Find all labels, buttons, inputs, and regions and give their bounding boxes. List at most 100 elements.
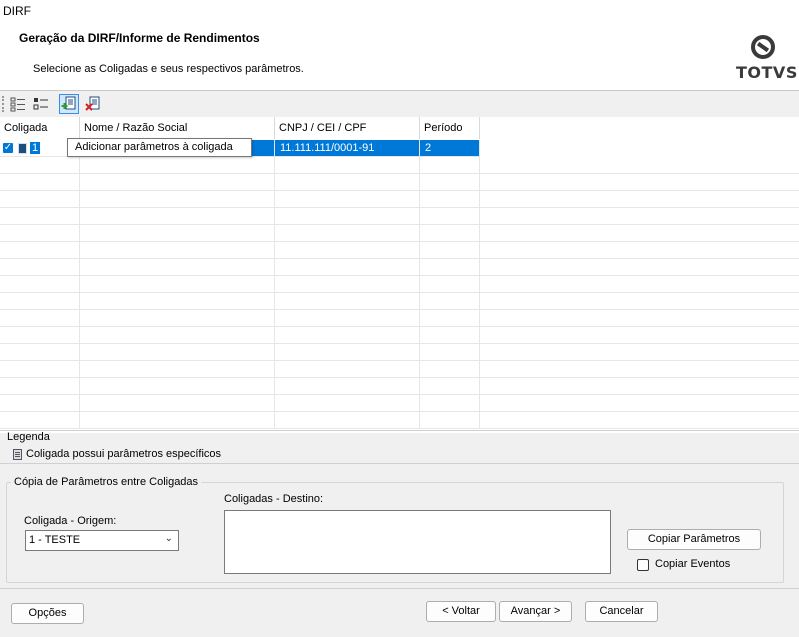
empty-cell <box>275 225 420 241</box>
empty-cell <box>275 293 420 309</box>
list-view-button[interactable] <box>31 94 51 114</box>
empty-cell <box>80 157 275 173</box>
empty-cell <box>420 208 480 224</box>
empty-cell <box>275 327 420 343</box>
empty-cell <box>0 191 80 207</box>
select-all-button[interactable] <box>8 94 28 114</box>
totvs-logo-icon <box>751 35 775 59</box>
column-header-coligada[interactable]: Coligada <box>0 117 80 139</box>
empty-cell <box>420 225 480 241</box>
empty-cell <box>80 242 275 258</box>
empty-cell <box>275 208 420 224</box>
empty-cell <box>275 361 420 377</box>
row-line <box>480 191 799 208</box>
empty-cell <box>80 293 275 309</box>
empty-cell <box>80 174 275 190</box>
row-line <box>480 174 799 191</box>
cell-periodo: 2 <box>420 140 480 156</box>
column-header-nome[interactable]: Nome / Razão Social <box>80 117 275 139</box>
empty-cell <box>80 208 275 224</box>
list-view-icon <box>33 98 48 110</box>
empty-cell <box>420 327 480 343</box>
totvs-logo: TOTVS <box>736 35 797 83</box>
empty-row <box>0 276 480 293</box>
remove-params-button[interactable] <box>83 94 103 114</box>
coligada-value: 1 <box>30 142 41 154</box>
legend-title: Legenda <box>7 431 50 443</box>
empty-cell <box>420 310 480 326</box>
empty-cell <box>420 378 480 394</box>
tooltip: Adicionar parâmetros à coligada <box>67 138 252 157</box>
empty-cell <box>0 412 80 428</box>
copy-params-button[interactable]: Copiar Parâmetros <box>627 529 761 550</box>
empty-cell <box>420 191 480 207</box>
empty-cell <box>80 395 275 411</box>
row-line <box>480 412 799 429</box>
empty-cell <box>275 310 420 326</box>
row-line <box>480 276 799 293</box>
empty-cell <box>80 378 275 394</box>
empty-cell <box>420 412 480 428</box>
divider <box>0 588 799 589</box>
empty-row <box>0 191 480 208</box>
empty-cell <box>0 327 80 343</box>
empty-cell <box>80 259 275 275</box>
cell-cnpj: 11.111.111/0001-91 <box>275 140 420 156</box>
row-line <box>480 344 799 361</box>
empty-row <box>0 242 480 259</box>
empty-cell <box>275 378 420 394</box>
empty-row <box>0 208 480 225</box>
remove-params-icon <box>85 96 100 111</box>
copy-events-label: Copiar Eventos <box>655 558 731 570</box>
row-line <box>480 242 799 259</box>
destino-listbox[interactable] <box>224 510 611 574</box>
copy-group-title: Cópia de Parâmetros entre Coligadas <box>11 476 202 488</box>
empty-row <box>0 310 480 327</box>
empty-cell <box>0 174 80 190</box>
back-button[interactable]: < Voltar <box>426 601 496 622</box>
empty-cell <box>80 327 275 343</box>
legend-panel: Legenda Coligada possui parâmetros espec… <box>0 430 799 464</box>
empty-cell <box>420 242 480 258</box>
window-title: DIRF <box>0 0 799 24</box>
next-button[interactable]: Avançar > <box>499 601 572 622</box>
empty-cell <box>0 276 80 292</box>
empty-cell <box>80 225 275 241</box>
logo-text: TOTVS <box>736 63 798 82</box>
row-line <box>480 259 799 276</box>
row-line <box>480 361 799 378</box>
options-button[interactable]: Opções <box>11 603 84 624</box>
cancel-button[interactable]: Cancelar <box>585 601 658 622</box>
empty-cell <box>420 276 480 292</box>
origem-select[interactable]: 1 - TESTE ⌄ <box>25 530 179 551</box>
empty-cell <box>0 293 80 309</box>
empty-cell <box>275 191 420 207</box>
origem-label: Coligada - Origem: <box>24 515 117 527</box>
empty-cell <box>275 344 420 360</box>
empty-row <box>0 157 480 174</box>
empty-cell <box>80 191 275 207</box>
row-line <box>480 225 799 242</box>
empty-row <box>0 293 480 310</box>
empty-row <box>0 225 480 242</box>
empty-cell <box>420 174 480 190</box>
column-header-periodo[interactable]: Período <box>420 117 480 139</box>
empty-cell <box>420 157 480 173</box>
divider <box>0 463 799 464</box>
copy-events-checkbox[interactable] <box>637 559 649 571</box>
empty-cell <box>80 361 275 377</box>
coligadas-grid[interactable]: Coligada Nome / Razão Social CNPJ / CEI … <box>0 117 799 433</box>
toolbar-grip[interactable] <box>2 96 4 112</box>
add-params-button[interactable] <box>59 94 79 114</box>
row-checkbox[interactable]: ✓ <box>2 142 14 155</box>
empty-cell <box>420 344 480 360</box>
empty-cell <box>420 361 480 377</box>
empty-cell <box>80 310 275 326</box>
empty-cell <box>0 259 80 275</box>
empty-cell <box>80 412 275 428</box>
add-params-icon <box>61 96 76 110</box>
empty-cell <box>0 310 80 326</box>
empty-row <box>0 412 480 429</box>
column-header-cnpj[interactable]: CNPJ / CEI / CPF <box>275 117 420 139</box>
row-line <box>480 293 799 310</box>
